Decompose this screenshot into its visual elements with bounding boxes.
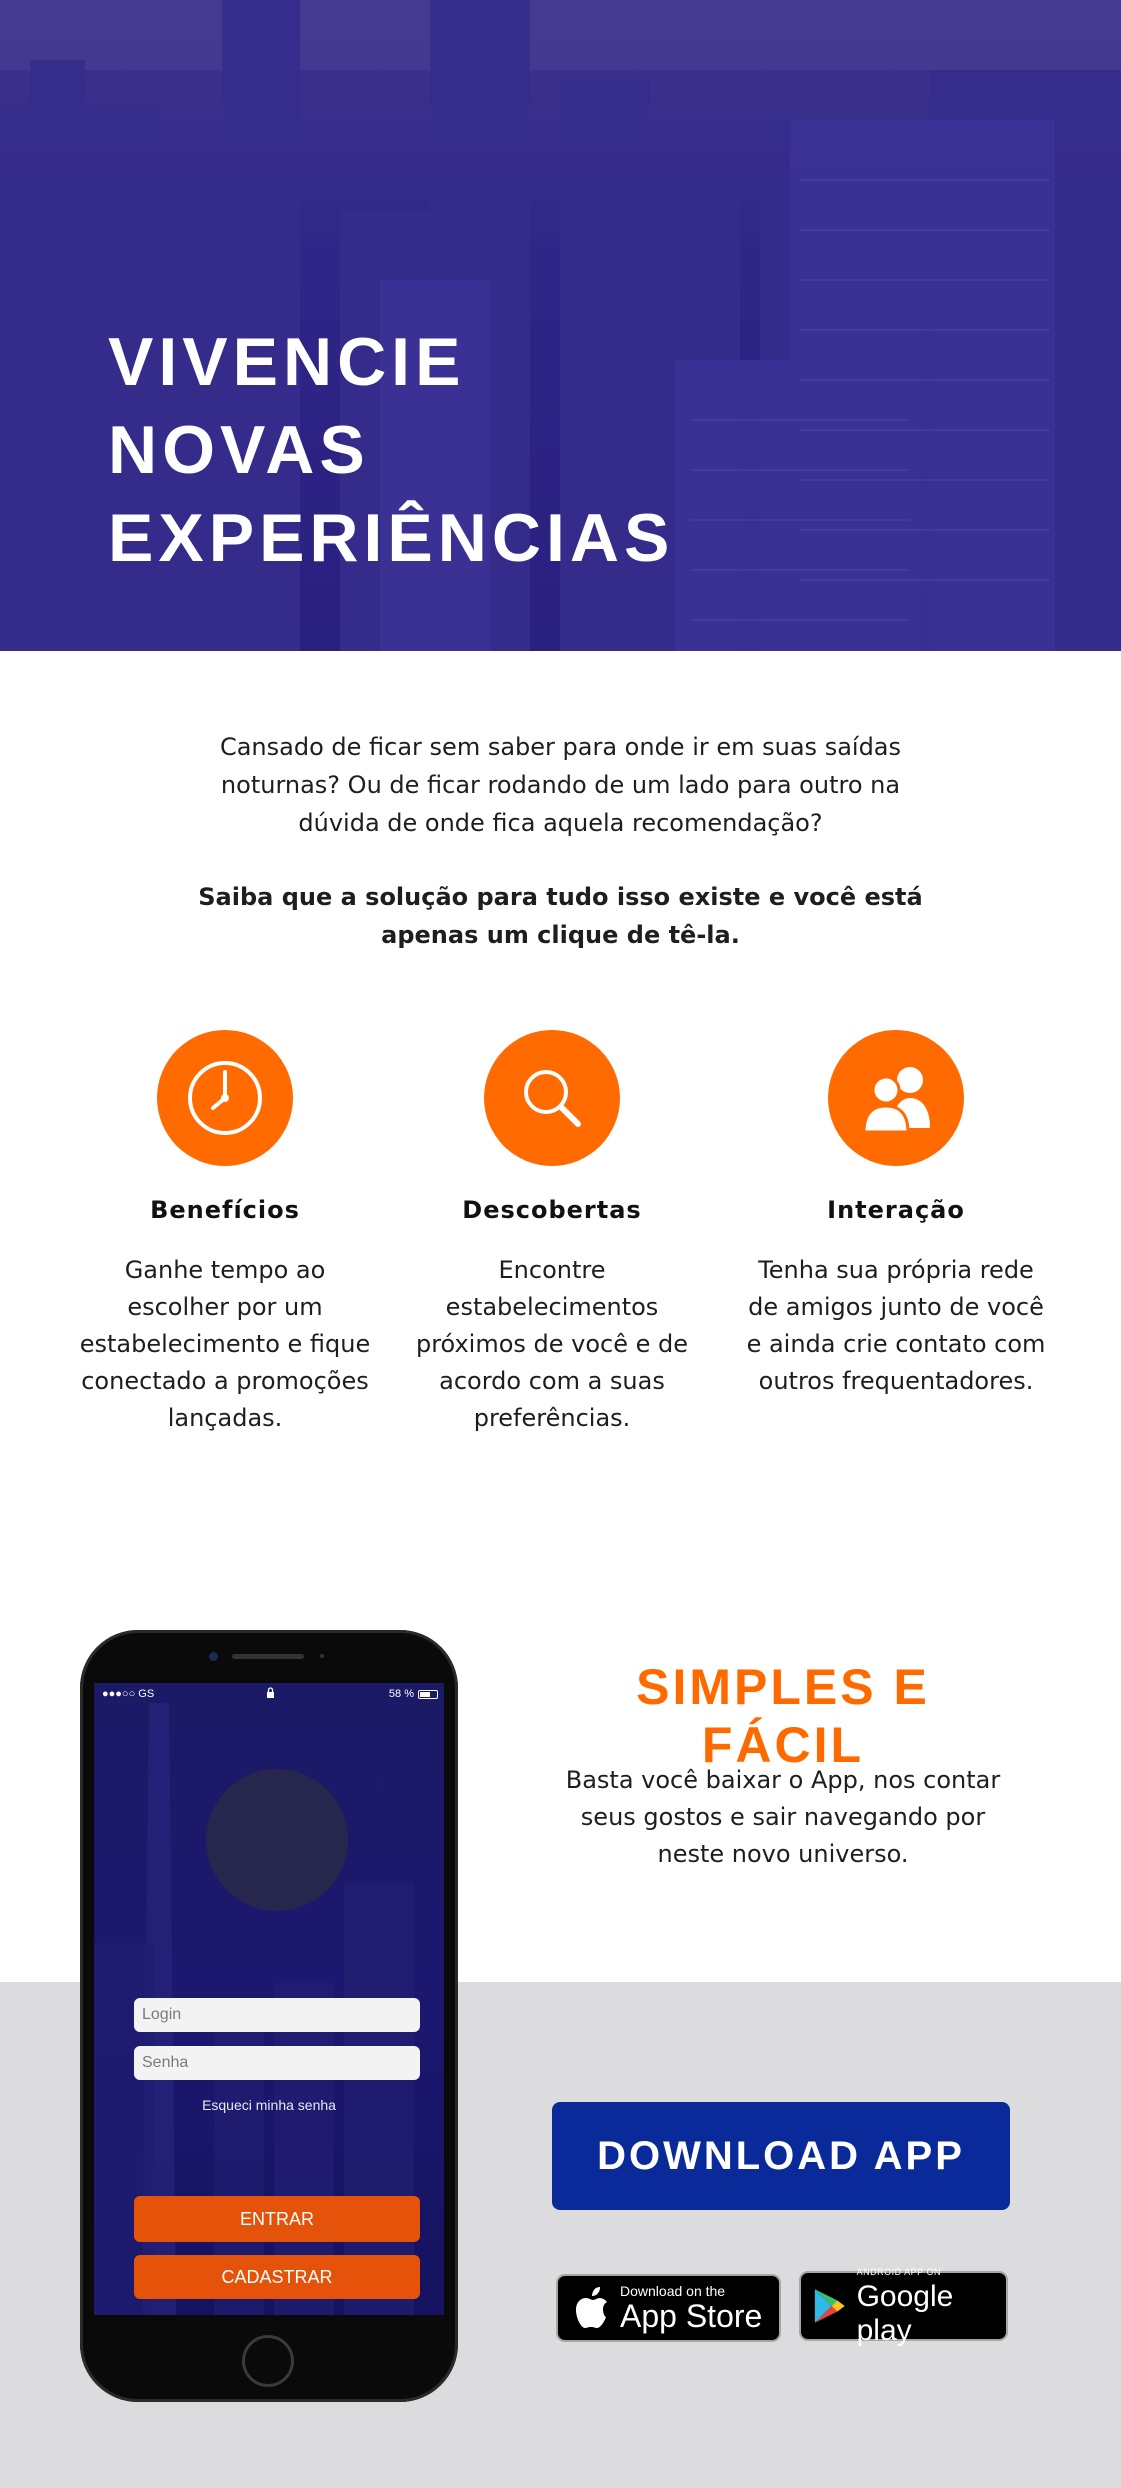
hero-title-line: NOVAS bbox=[108, 412, 370, 488]
carrier-text: ●●●○○ GS bbox=[102, 1688, 155, 1700]
phone-camera bbox=[209, 1652, 218, 1661]
app-store-big-text: App Store bbox=[620, 2298, 763, 2334]
phone-speaker bbox=[232, 1654, 304, 1659]
password-input[interactable] bbox=[134, 2046, 420, 2080]
phone-screen: ●●●○○ GS 58 % Esqueci minha senha ENTRAR… bbox=[94, 1683, 444, 2315]
register-button[interactable]: CADASTRAR bbox=[134, 2255, 420, 2299]
enter-button[interactable]: ENTRAR bbox=[134, 2196, 420, 2242]
download-app-button[interactable]: DOWNLOAD APP bbox=[552, 2102, 1010, 2210]
app-store-badge[interactable]: Download on the App Store bbox=[556, 2274, 781, 2342]
app-logo-placeholder bbox=[206, 1769, 348, 1911]
intro-paragraph: Cansado de ficar sem saber para onde ir … bbox=[219, 733, 902, 837]
feature-interacao: Interação Tenha sua própria rede de amig… bbox=[746, 1030, 1046, 1400]
intro-highlight: Saiba que a solução para tudo isso exist… bbox=[198, 883, 923, 949]
apple-icon bbox=[576, 2287, 607, 2328]
google-play-big-text: Google play bbox=[856, 2280, 954, 2347]
hero-banner: VIVENCIE NOVAS EXPERIÊNCIAS bbox=[0, 0, 1121, 651]
search-icon bbox=[484, 1030, 620, 1166]
features-section: Benefícios Ganhe tempo ao escolher por u… bbox=[0, 1030, 1121, 1450]
hero-title: VIVENCIE NOVAS EXPERIÊNCIAS bbox=[108, 318, 674, 582]
phone-mockup: ●●●○○ GS 58 % Esqueci minha senha ENTRAR… bbox=[80, 1630, 458, 2402]
users-icon bbox=[828, 1030, 964, 1166]
phone-sensor bbox=[320, 1654, 324, 1658]
feature-title: Interação bbox=[827, 1196, 965, 1224]
feature-title: Benefícios bbox=[150, 1196, 300, 1224]
clock-icon bbox=[157, 1030, 293, 1166]
status-bar: ●●●○○ GS 58 % bbox=[94, 1683, 444, 1707]
feature-text: Tenha sua própria rede de amigos junto d… bbox=[746, 1256, 1046, 1395]
hero-title-line: EXPERIÊNCIAS bbox=[108, 500, 675, 576]
app-section-text: Basta você baixar o App, nos contar seus… bbox=[565, 1766, 1001, 1868]
feature-beneficios: Benefícios Ganhe tempo ao escolher por u… bbox=[75, 1030, 375, 1437]
intro-section: Cansado de ficar sem saber para onde ir … bbox=[180, 728, 941, 954]
google-play-small-text: ANDROID APP ON bbox=[856, 2267, 941, 2277]
feature-descobertas: Descobertas Encontre estabelecimentos pr… bbox=[402, 1030, 702, 1437]
google-play-badge[interactable]: ANDROID APP ON Google play bbox=[799, 2267, 1008, 2347]
battery-icon bbox=[418, 1690, 438, 1699]
phone-home-button bbox=[242, 2335, 294, 2387]
hero-title-line: VIVENCIE bbox=[108, 324, 466, 400]
feature-text: Encontre estabelecimentos próximos de vo… bbox=[415, 1256, 689, 1432]
app-section-title: SIMPLES E FÁCIL bbox=[636, 1659, 930, 1773]
forgot-password-link[interactable]: Esqueci minha senha bbox=[94, 2097, 444, 2113]
login-input[interactable] bbox=[134, 1998, 420, 2032]
battery-percent: 58 % bbox=[388, 1688, 414, 1700]
lock-icon bbox=[266, 1687, 275, 1701]
app-store-small-text: Download on the bbox=[620, 2283, 726, 2299]
feature-title: Descobertas bbox=[462, 1196, 642, 1224]
google-play-icon bbox=[814, 2289, 845, 2323]
feature-text: Ganhe tempo ao escolher por um estabelec… bbox=[79, 1256, 371, 1432]
